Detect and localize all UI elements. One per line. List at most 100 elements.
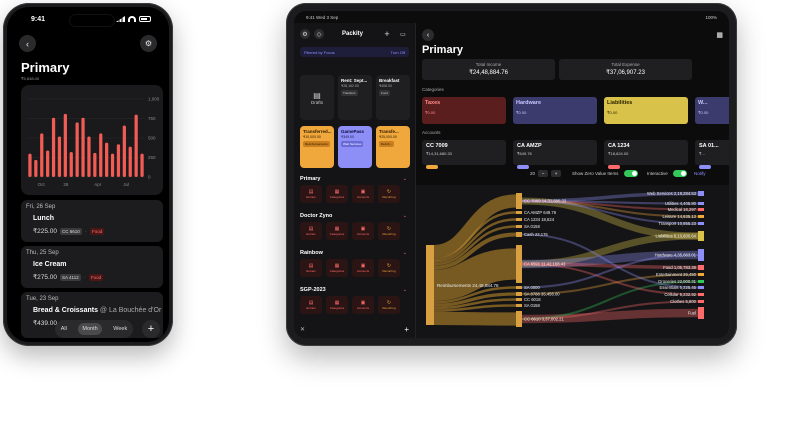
category-card[interactable]: W... ₹0.00 — [695, 97, 729, 124]
total-expense-card: Total Expense ₹37,06,907.23 — [559, 59, 692, 80]
bar — [57, 136, 62, 177]
stepper-decrement-button[interactable]: − — [538, 170, 549, 177]
interactive-toggle[interactable] — [673, 170, 687, 177]
category-card[interactable]: Taxes ₹0.00 — [422, 97, 506, 124]
sankey-category-label: Leisure 14,635.13 — [662, 214, 696, 219]
sankey-category-label: Fuel — [688, 311, 696, 316]
account-balance: ₹14,31,680.33 — [426, 151, 452, 156]
sankey-category-label: Entertainment 26,450 — [656, 272, 697, 277]
spending-bar-chart[interactable]: 1,000 750 500 250 0 Oct 28 Apr Jul — [21, 85, 163, 195]
category-tag: Food — [88, 273, 104, 281]
notify-link[interactable]: Notify — [694, 171, 706, 176]
entry-category: Web Services — [341, 141, 364, 147]
tab-week[interactable]: Week — [113, 326, 127, 332]
group-button-label: Recurring — [382, 232, 396, 236]
group-categories-button[interactable]: ▦ Categories — [326, 296, 348, 314]
group-categories-button[interactable]: ▦ Categories — [326, 222, 348, 240]
group-title[interactable]: Primary — [300, 176, 321, 182]
group-title[interactable]: Doctor Zyno — [300, 213, 332, 219]
settings-gear-icon[interactable]: ⚙ — [140, 35, 157, 52]
entry-amount: ₹28,162.00 — [341, 84, 359, 88]
group-entries-button[interactable]: ▤ Entries — [300, 185, 322, 203]
account-card[interactable]: CA 1234 ₹18,624.00 — [604, 140, 688, 169]
show-zero-toggle[interactable] — [624, 170, 638, 177]
entry-tile[interactable]: GamePass ₹349.00 Web Services — [338, 126, 372, 168]
group-entries-button[interactable]: ▤ Entries — [300, 222, 322, 240]
entry-tile[interactable]: Transferred... ₹10,000.00 Reimbursements — [300, 126, 334, 168]
sankey-account-node — [516, 232, 522, 237]
category-tag: Food — [89, 227, 105, 235]
transaction-meta: ₹275.00 SA 4112 · Food — [33, 273, 104, 281]
turn-off-filter-button[interactable]: Turn Off — [391, 50, 405, 55]
group-entries-button[interactable]: ▤ Entries — [300, 296, 322, 314]
category-card[interactable]: Liabilities ₹0.00 — [604, 97, 688, 124]
group-button-label: Recurring — [382, 269, 396, 273]
group-recurring-button[interactable]: ↻ Recurring — [378, 259, 400, 277]
entry-tile[interactable]: Breakfast ₹408.00 Food — [376, 75, 410, 120]
transaction-card[interactable]: Thu, 25 Sep Ice Cream ₹275.00 SA 4112 · … — [21, 246, 163, 288]
sankey-diagram[interactable]: Reimbursements 24,48,884.76 CC 7009 14,31… — [416, 185, 729, 338]
group-accounts-button[interactable]: ▣ Accounts — [352, 222, 374, 240]
back-chevron-icon[interactable]: ‹ — [19, 35, 36, 52]
sankey-account-node — [516, 298, 522, 301]
account-tag: SA 4112 — [60, 273, 81, 281]
transaction-card[interactable]: Fri, 26 Sep Lunch ₹225.00 CC 6610 · Food — [21, 200, 163, 242]
group-categories-button[interactable]: ▦ Categories — [326, 259, 348, 277]
sankey-category-label: Clothes 5,800 — [670, 299, 697, 304]
chevron-down-icon[interactable]: ⌄ — [403, 176, 407, 182]
drafts-tile[interactable]: ▤ Drafts — [300, 75, 334, 120]
group-title[interactable]: Rainbow — [300, 250, 323, 256]
sankey-account-node — [516, 193, 522, 209]
group-button-label: Entries — [306, 306, 316, 310]
show-zero-label: Show Zero Value Items — [572, 171, 619, 176]
add-group-button[interactable]: + — [404, 325, 409, 334]
group-recurring-button[interactable]: ↻ Recurring — [378, 222, 400, 240]
entry-tile[interactable]: Transfe... ₹25,000.00 Reimb... — [376, 126, 410, 168]
sankey-category-node — [698, 222, 704, 225]
entry-amount: ₹10,000.00 — [303, 135, 321, 139]
group-accounts-button[interactable]: ▣ Accounts — [352, 259, 374, 277]
sankey-account-label: SA 0000 — [524, 285, 541, 290]
stepper-increment-button[interactable]: + — [551, 170, 562, 177]
chevron-down-icon[interactable]: ⌄ — [403, 250, 407, 256]
bar — [40, 133, 44, 177]
group-accounts-button[interactable]: ▣ Accounts — [352, 296, 374, 314]
group-title[interactable]: SGP-2023 — [300, 287, 326, 293]
sankey-account-label: CA AMZP 649.76 — [524, 210, 557, 215]
bar — [51, 117, 56, 177]
bar — [99, 133, 103, 177]
category-card[interactable]: Hardware ₹0.00 — [513, 97, 597, 124]
tab-month[interactable]: Month — [78, 323, 102, 335]
transaction-amount: ₹225.00 — [33, 228, 58, 235]
entry-tile[interactable]: Rent: Sept... ₹28,162.00 Transfers — [338, 75, 372, 120]
account-card[interactable]: CC 7009 ₹14,31,680.33 — [422, 140, 506, 169]
sidebar-toggle-icon[interactable]: ▭ — [398, 29, 408, 39]
add-icon[interactable]: + — [382, 29, 392, 39]
chevron-down-icon[interactable]: ⌄ — [403, 213, 407, 219]
tablet-status-bar: 9:41 Wed 3 Sep 100% — [306, 15, 717, 23]
back-chevron-icon[interactable]: ‹ — [422, 29, 434, 41]
group-categories-button[interactable]: ▦ Categories — [326, 185, 348, 203]
chevron-down-icon[interactable]: ⌄ — [403, 287, 407, 293]
tag-icon[interactable]: ◇ — [314, 29, 324, 39]
sankey-category-node — [698, 191, 704, 196]
grid-menu-icon[interactable]: ▦ — [716, 31, 723, 39]
group-recurring-button[interactable]: ↻ Recurring — [378, 296, 400, 314]
account-card[interactable]: CA AMZP ₹649.76 — [513, 140, 597, 169]
account-card[interactable]: SA 01... ₹... — [695, 140, 729, 169]
group-entries-button[interactable]: ▤ Entries — [300, 259, 322, 277]
group-accounts-button[interactable]: ▣ Accounts — [352, 185, 374, 203]
group-button-label: Categories — [329, 306, 345, 310]
account-name: CA AMZP — [517, 143, 542, 149]
settings-gear-icon[interactable]: ⚙ — [300, 29, 310, 39]
group-button-label: Recurring — [382, 195, 396, 199]
account-color-indicator — [608, 165, 620, 169]
tab-all[interactable]: All — [61, 326, 67, 332]
phone-status-time: 9:41 — [31, 16, 46, 23]
tablet-status-battery: 100% — [705, 15, 717, 20]
sankey-category-node — [698, 231, 704, 241]
bar — [122, 125, 126, 177]
add-entry-button[interactable]: + — [142, 320, 160, 338]
group-recurring-button[interactable]: ↻ Recurring — [378, 185, 400, 203]
sankey-account-node — [516, 218, 522, 221]
